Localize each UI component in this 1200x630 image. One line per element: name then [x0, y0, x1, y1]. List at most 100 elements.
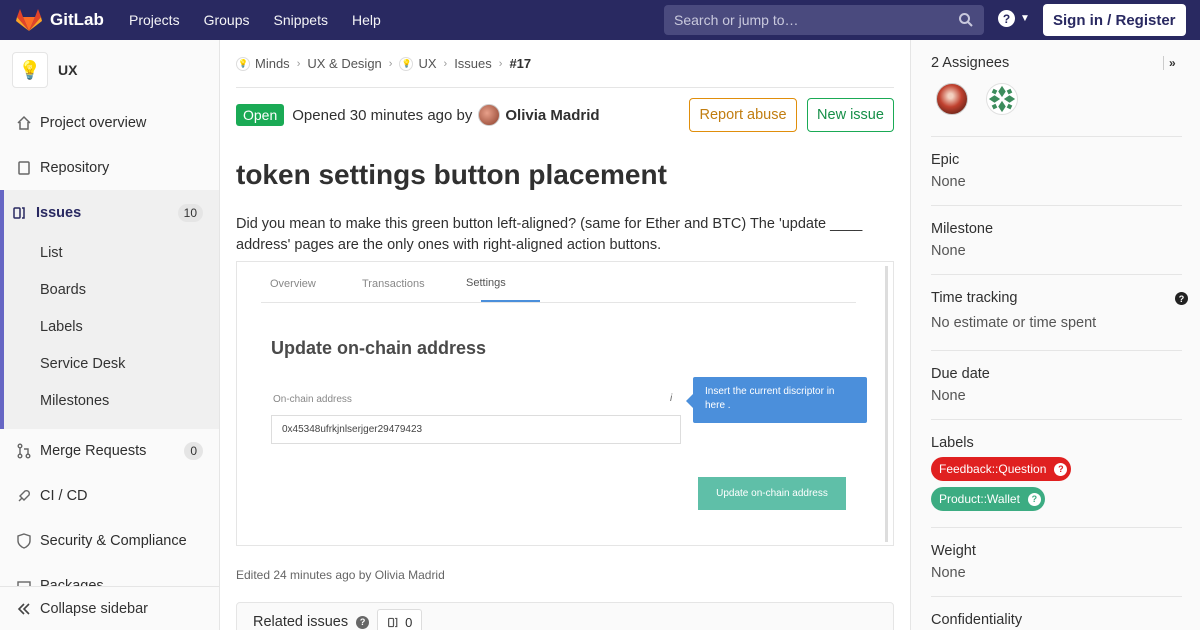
- divider: [931, 419, 1182, 420]
- related-issues-header: Related issues ? 0: [236, 602, 894, 630]
- sidebar-item-overview[interactable]: Project overview: [0, 100, 219, 145]
- assignees-title: 2 Assignees: [931, 55, 1010, 71]
- chevron-right-icon: ›: [296, 57, 301, 70]
- confidentiality-title: Confidentiality: [931, 612, 1023, 628]
- breadcrumb-project[interactable]: UX: [418, 56, 436, 71]
- time-tracking-title: Time tracking: [931, 290, 1018, 306]
- divider: [931, 274, 1182, 275]
- sidebar-item-issues[interactable]: Issues 10: [0, 190, 219, 235]
- lightbulb-icon: 💡: [236, 56, 250, 71]
- label-product-wallet[interactable]: Product::Wallet ?: [931, 487, 1045, 511]
- sidebar-item-label: Issues: [36, 204, 82, 221]
- sidebar-subitem-service-desk[interactable]: Service Desk: [40, 356, 125, 372]
- report-abuse-button[interactable]: Report abuse: [689, 98, 797, 132]
- gitlab-logo[interactable]: GitLab: [16, 8, 116, 32]
- embed-tab-underline: [481, 300, 540, 302]
- page-title: token settings button placement: [236, 159, 667, 190]
- lightbulb-icon: 💡: [12, 52, 48, 88]
- rocket-icon: [18, 489, 30, 501]
- breadcrumb-subgroup[interactable]: UX & Design: [307, 56, 381, 71]
- nav-projects[interactable]: Projects: [129, 12, 180, 28]
- issue-main: 💡 Minds › UX & Design › 💡 UX › Issues › …: [236, 40, 894, 630]
- collapse-sidebar-button[interactable]: Collapse sidebar: [0, 586, 219, 630]
- project-header[interactable]: 💡 UX: [0, 40, 219, 100]
- embed-field-label: On-chain address: [273, 394, 352, 405]
- avatar[interactable]: [936, 83, 968, 115]
- sidebar-subitem-boards[interactable]: Boards: [40, 282, 86, 298]
- sidebar-item-repository[interactable]: Repository: [0, 145, 219, 190]
- author-name[interactable]: Olivia Madrid: [505, 107, 599, 124]
- home-icon: [17, 115, 31, 130]
- nav-groups[interactable]: Groups: [204, 12, 250, 28]
- avatar[interactable]: [478, 104, 501, 126]
- chevron-down-icon: ▼: [1020, 13, 1030, 24]
- nav-snippets[interactable]: Snippets: [274, 12, 328, 28]
- epic-block: Epic None: [931, 152, 1182, 190]
- new-issue-button[interactable]: New issue: [807, 98, 894, 132]
- weight-value: None: [931, 565, 966, 581]
- breadcrumb-group[interactable]: Minds: [255, 56, 290, 71]
- nav-help[interactable]: Help: [352, 12, 381, 28]
- embed-heading: Update on-chain address: [271, 338, 487, 358]
- sidebar-item-security[interactable]: Security & Compliance: [0, 518, 219, 563]
- sidebar-item-merge-requests[interactable]: Merge Requests 0: [0, 428, 219, 473]
- embed-address-field: 0x45348ufrkjnlserjger29479423: [271, 415, 681, 444]
- info-icon: i: [670, 393, 673, 404]
- search-input[interactable]: [674, 12, 954, 28]
- label-text: Feedback::Question: [939, 462, 1047, 476]
- weight-block: Weight None: [931, 543, 1182, 581]
- gitlab-tanuki-icon: [16, 9, 42, 31]
- brand-name: GitLab: [50, 10, 104, 29]
- opened-text: Opened 30 minutes ago by: [292, 106, 473, 124]
- confidentiality-block: Confidentiality: [931, 612, 1182, 628]
- sidebar-subitem-labels[interactable]: Labels: [40, 319, 83, 335]
- sidebar-subitem-milestones[interactable]: Milestones: [40, 393, 109, 409]
- divider: [931, 596, 1182, 597]
- avatar[interactable]: [986, 83, 1018, 115]
- embed-tab-settings: Settings: [466, 277, 506, 289]
- time-tracking-block: Time tracking No estimate or time spent: [931, 290, 1182, 331]
- milestone-value: None: [931, 243, 966, 259]
- question-icon[interactable]: ?: [356, 615, 370, 629]
- search-box: [664, 5, 984, 35]
- epic-value: None: [931, 174, 966, 190]
- project-sidebar: 💡 UX Project overview Repository Issues …: [0, 40, 220, 630]
- double-chevron-left-icon: [17, 602, 30, 615]
- status-badge: Open: [236, 104, 285, 126]
- breadcrumb-issues[interactable]: Issues: [454, 56, 492, 71]
- divider: [931, 527, 1182, 528]
- sidebar-item-cicd[interactable]: CI / CD: [0, 473, 219, 518]
- labels-title: Labels: [931, 435, 974, 451]
- breadcrumb-current[interactable]: #17: [509, 56, 531, 71]
- assignees-block: 2 Assignees: [931, 55, 1182, 71]
- label-feedback-question[interactable]: Feedback::Question ?: [931, 457, 1072, 481]
- chevron-right-icon: ›: [498, 57, 503, 70]
- milestone-title: Milestone: [931, 221, 994, 237]
- question-icon[interactable]: ?: [1175, 292, 1188, 305]
- chevron-right-icon: ›: [443, 57, 448, 70]
- lightbulb-icon: 💡: [399, 56, 414, 71]
- edited-note: Edited 24 minutes ago by Olivia Madrid: [236, 568, 445, 582]
- project-name: UX: [58, 62, 78, 78]
- issues-count-badge: 10: [177, 203, 203, 222]
- collapse-label: Collapse sidebar: [40, 600, 149, 617]
- sidebar-subitem-list[interactable]: List: [40, 245, 63, 261]
- issues-icon: [13, 206, 25, 219]
- embed-tooltip: Insert the current discriptor in here .: [686, 377, 867, 423]
- search-icon[interactable]: [958, 12, 974, 28]
- question-icon: ?: [1054, 462, 1068, 476]
- sign-in-button[interactable]: Sign in / Register: [1043, 4, 1186, 36]
- merge-request-icon: [17, 443, 31, 458]
- due-date-value: None: [931, 388, 966, 404]
- labels-block: Labels Feedback::Question ? Product::Wal…: [931, 435, 1182, 511]
- sidebar-item-label: Security & Compliance: [40, 532, 187, 549]
- label-text: Product::Wallet: [939, 492, 1020, 506]
- collapse-right-sidebar-icon[interactable]: »: [1163, 56, 1181, 70]
- divider: [931, 350, 1182, 351]
- embedded-screenshot[interactable]: Overview Transactions Settings Update on…: [236, 261, 894, 546]
- help-dropdown[interactable]: ? ▼: [998, 10, 1030, 27]
- embed-tab-overview: Overview: [270, 278, 316, 290]
- sidebar-item-label: CI / CD: [40, 487, 88, 504]
- divider: [931, 136, 1182, 137]
- question-icon: ?: [1027, 492, 1041, 506]
